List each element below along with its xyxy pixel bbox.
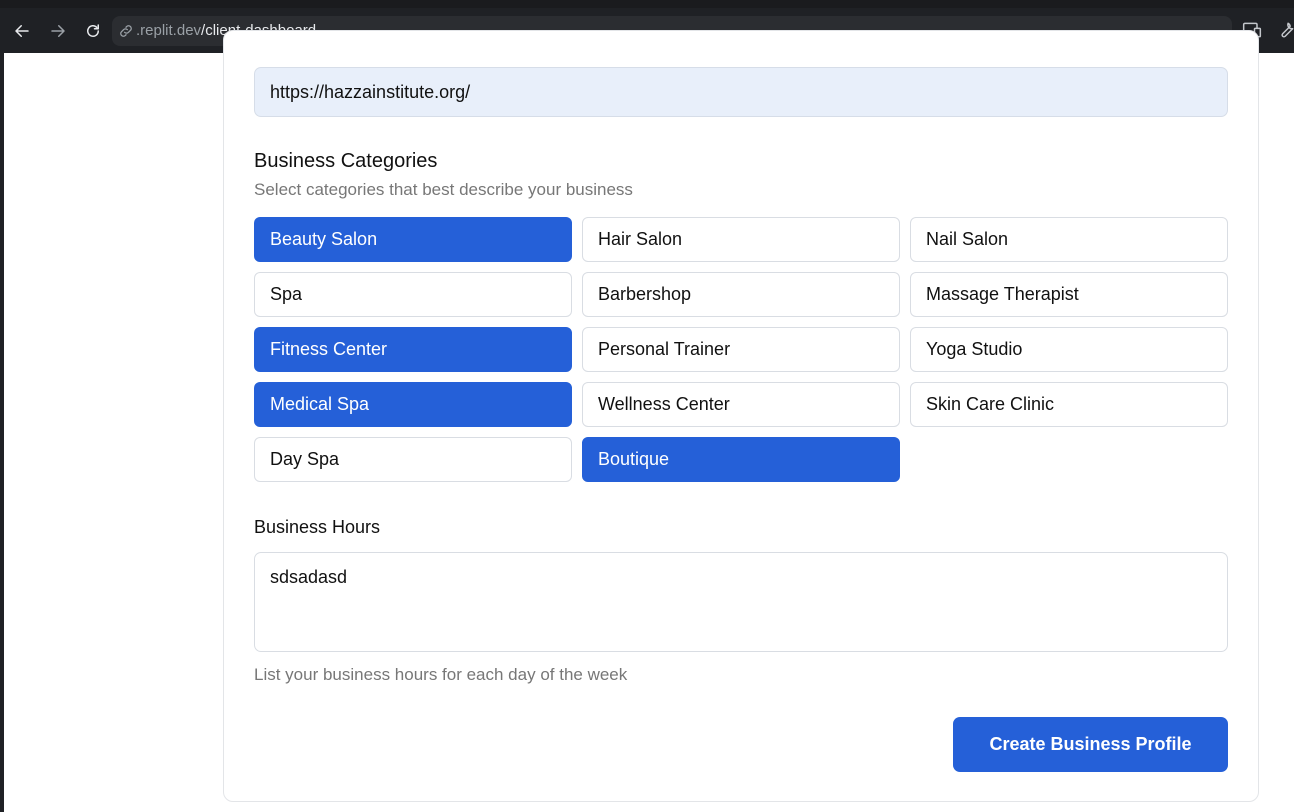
- category-option-skin-care-clinic[interactable]: Skin Care Clinic: [910, 382, 1228, 427]
- back-arrow-icon[interactable]: [10, 19, 34, 43]
- create-business-profile-button[interactable]: Create Business Profile: [953, 717, 1228, 772]
- category-option-fitness-center[interactable]: Fitness Center: [254, 327, 572, 372]
- reload-icon[interactable]: [81, 19, 105, 43]
- category-option-day-spa[interactable]: Day Spa: [254, 437, 572, 482]
- category-option-beauty-salon[interactable]: Beauty Salon: [254, 217, 572, 262]
- category-option-personal-trainer[interactable]: Personal Trainer: [582, 327, 900, 372]
- link-icon: [120, 25, 132, 37]
- category-option-barbershop[interactable]: Barbershop: [582, 272, 900, 317]
- business-hours-input[interactable]: sdsadasd: [254, 552, 1228, 652]
- url-host: .replit.dev: [136, 22, 202, 39]
- category-option-hair-salon[interactable]: Hair Salon: [582, 217, 900, 262]
- category-option-spa[interactable]: Spa: [254, 272, 572, 317]
- website-url-input[interactable]: https://hazzainstitute.org/: [254, 67, 1228, 117]
- business-hours-label: Business Hours: [254, 517, 381, 537]
- category-option-massage-therapist[interactable]: Massage Therapist: [910, 272, 1228, 317]
- category-option-nail-salon[interactable]: Nail Salon: [910, 217, 1228, 262]
- category-option-medical-spa[interactable]: Medical Spa: [254, 382, 572, 427]
- forward-arrow-icon[interactable]: [46, 19, 70, 43]
- category-option-boutique[interactable]: Boutique: [582, 437, 900, 482]
- categories-subtitle: Select categories that best describe you…: [254, 180, 633, 199]
- category-grid: Beauty Salon Hair Salon Nail Salon Spa Barbe…: [254, 217, 1228, 482]
- categories-title: Business Categories: [254, 150, 438, 172]
- wrench-icon[interactable]: [1276, 20, 1294, 40]
- category-option-yoga-studio[interactable]: Yoga Studio: [910, 327, 1228, 372]
- category-option-wellness-center[interactable]: Wellness Center: [582, 382, 900, 427]
- business-hours-help: List your business hours for each day of…: [254, 665, 628, 684]
- tab-strip-edge: [0, 0, 1294, 8]
- window-edge: [0, 53, 4, 812]
